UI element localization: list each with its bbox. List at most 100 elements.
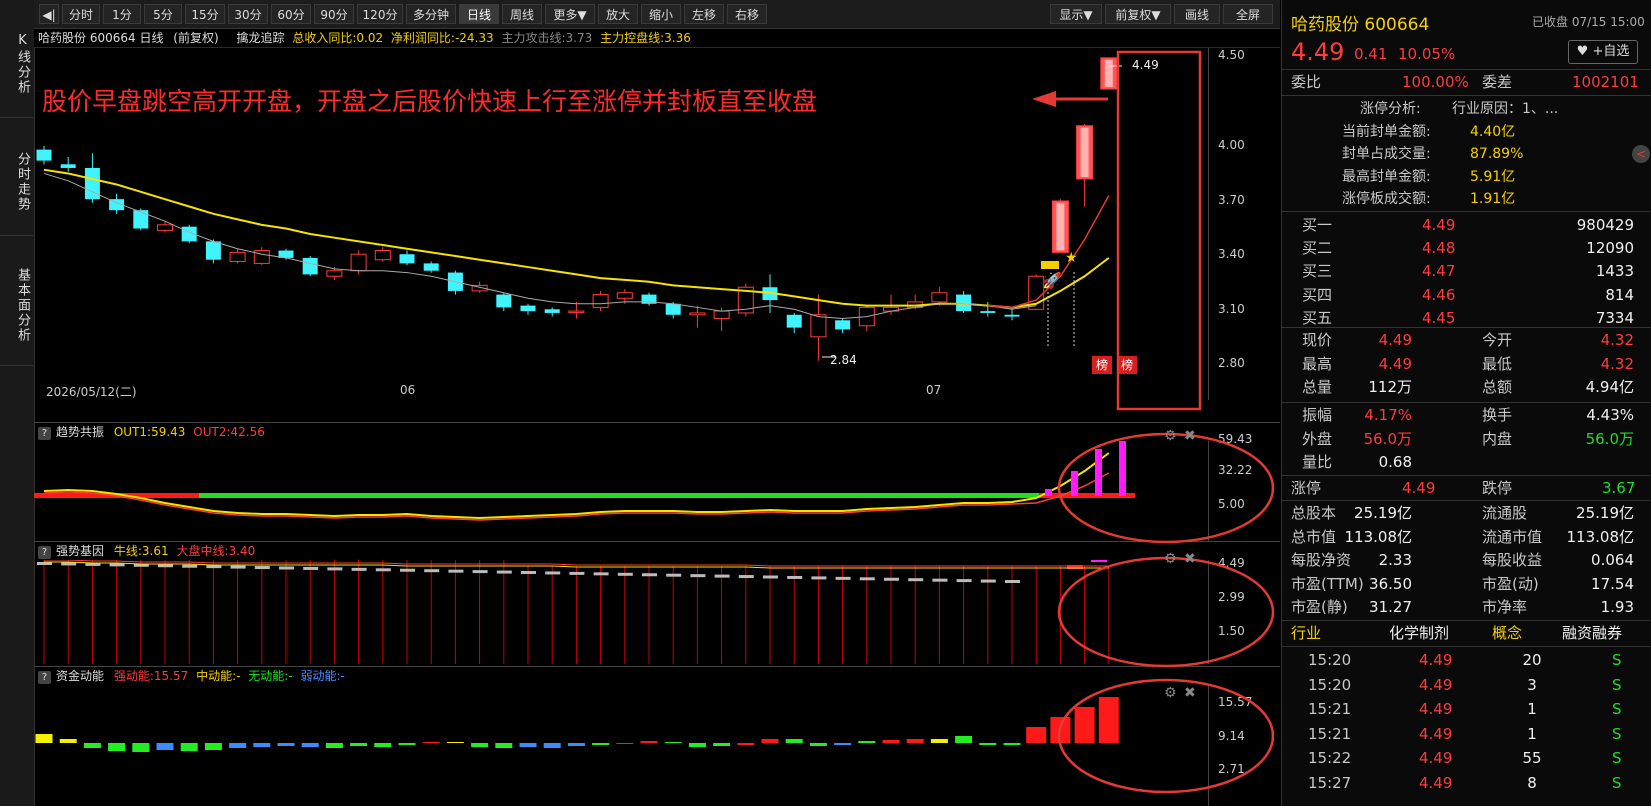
panel-title: 趋势共振 [56,425,105,439]
zoom-in-button[interactable]: 放大 [598,4,638,24]
industry-value[interactable]: 化学制剂 [1389,621,1449,645]
panel-axis-label: 2.71 [1218,762,1245,776]
candle-body [665,303,681,315]
trend-resonance-chart[interactable] [34,441,1280,541]
industry-label[interactable]: 行业 [1291,621,1321,645]
limit-analysis-value[interactable]: 行业原因：1、... [1452,97,1558,121]
panel-value: OUT2:42.56 [193,425,265,439]
order-ratio-value: 100.00% [1402,73,1469,91]
period-button[interactable]: 120分 [357,4,403,24]
fund-momentum-chart[interactable] [34,685,1280,806]
tick-time: 15:21 [1308,724,1352,743]
price-axis-label: 2.80 [1218,356,1245,370]
help-icon[interactable]: ? [38,671,51,684]
app-window: K线分析 分时走势 基本面分析 ◀| 分时 1分 5分 15分 30分 60分 … [0,0,1651,806]
fundamental-value: 25.19亿 [1576,504,1634,522]
gene-block [763,575,778,579]
price-axis-label: 3.70 [1218,193,1245,207]
fundamental-value: 17.54 [1591,574,1634,593]
draw-button[interactable]: 画线 [1174,4,1220,24]
gene-block [859,577,875,581]
fund-bar [906,739,924,743]
price-axis-label: 3.40 [1218,247,1245,261]
period-button[interactable]: 60分 [271,4,311,24]
indicator-info-line: 哈药股份 600664 日线 (前复权) 擒龙追踪 总收入同比:0.02 净利润… [34,29,1280,48]
fund-bar [83,743,101,748]
collapse-icon[interactable]: ◀| [39,4,59,24]
tab-fundamental-analysis[interactable]: 基本面分析 [0,236,33,366]
strong-gene-chart[interactable] [34,560,1280,664]
fundamental-value: 25.19亿 [1354,504,1412,522]
vertical-tab-bar: K线分析 分时走势 基本面分析 [0,0,35,806]
quote-value: 4.94亿 [1585,378,1634,396]
stock-title: 哈药股份 600664 日线 [38,31,164,45]
add-watchlist-button[interactable]: ♥ +自选 [1568,40,1638,64]
tick-volume: 20 [1522,651,1542,669]
period-button[interactable]: 周线 [502,4,542,24]
period-button[interactable]: 1分 [103,4,141,24]
adjust-mode: (前复权) [173,31,219,45]
candle-body [423,263,439,271]
help-icon[interactable]: ? [38,546,51,559]
price-axis-label: 3.10 [1218,302,1245,316]
gene-block [375,568,391,572]
fullscreen-button[interactable]: 全屏 [1223,4,1273,24]
tick-row: 15:27 4.49 8 S [1282,771,1651,795]
period-button[interactable]: 5分 [144,4,182,24]
list-badge[interactable]: 榜 [1092,356,1112,374]
period-button[interactable]: 30分 [228,4,268,24]
candle-body [568,310,585,314]
concept-label[interactable]: 概念 [1492,621,1522,645]
tick-row: 15:21 4.49 1 S [1282,697,1651,721]
fund-bar [301,743,319,747]
quote-row: 量比 0.68 [1282,450,1651,474]
margin-trading-label[interactable]: 融资融券 [1562,621,1622,645]
period-button[interactable]: 90分 [314,4,354,24]
list-badge[interactable]: 榜 [1117,356,1137,374]
gene-block [787,575,803,579]
gene-block [1091,560,1107,562]
indicator-value: 总收入同比:0.02 [292,31,384,45]
tick-volume: 55 [1522,749,1542,767]
indicator-name[interactable]: 擒龙追踪 [236,31,284,45]
candle-body [689,312,706,316]
out1-line [43,452,1110,520]
market-status: 已收盘 07/15 15:00 [1532,15,1645,29]
help-icon[interactable]: ? [38,427,51,440]
adjust-dropdown[interactable]: 前复权▼ [1105,4,1171,24]
period-button-active[interactable]: 日线 [459,4,499,24]
fundamental-label: 流通市值 [1482,527,1543,546]
tick-time: 15:27 [1308,773,1352,792]
tick-side: S [1612,700,1622,718]
signal-marker [1041,261,1059,269]
heart-icon: ♥ [1576,44,1589,59]
display-dropdown[interactable]: 显示▼ [1050,4,1102,24]
candle-body [496,294,512,308]
period-button[interactable]: 多分钟 [406,4,456,24]
tab-intraday-trend[interactable]: 分时走势 [0,118,33,236]
period-button[interactable]: 分时 [62,4,100,24]
quote-label: 总额 [1482,378,1513,396]
panel-value: 无动能:- [248,669,293,683]
move-left-button[interactable]: 左移 [684,4,724,24]
bid-row: 买一 4.49 980429 [1282,213,1651,237]
quote-value: 4.49 [1378,331,1412,349]
bid-label: 买三 [1302,262,1333,281]
period-button[interactable]: 15分 [185,4,225,24]
indicator-value: 主力控盘线:3.36 [600,31,691,45]
tick-time: 15:20 [1308,651,1352,669]
gene-block [1005,580,1020,583]
more-dropdown[interactable]: 更多▼ [545,4,595,24]
panel-title: 强势基因 [56,544,105,558]
zoom-out-button[interactable]: 缩小 [641,4,681,24]
quote-label: 最低 [1482,354,1513,373]
fund-bar [253,743,271,747]
bid-price: 4.47 [1422,262,1456,281]
quote-label: 外盘 [1302,429,1333,448]
tab-k-line-analysis[interactable]: K线分析 [0,0,33,118]
bid-row: 买三 4.47 1433 [1282,259,1651,283]
fund-bar [398,743,416,745]
quote-label: 量比 [1302,453,1333,471]
panel-axis-label: 9.14 [1218,729,1245,743]
move-right-button[interactable]: 右移 [727,4,767,24]
